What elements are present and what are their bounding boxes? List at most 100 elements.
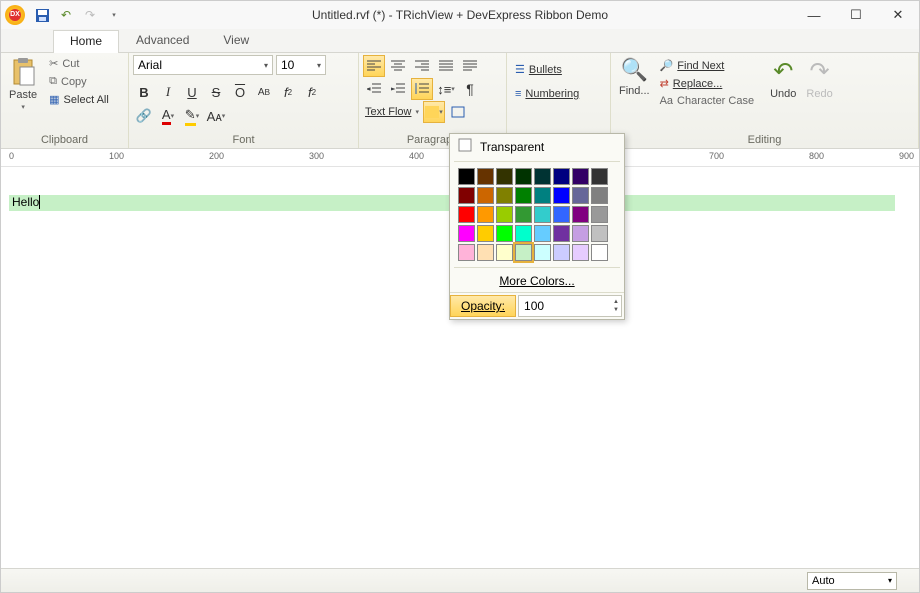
color-picker-popup: Transparent More Colors... Opacity: 100 …	[449, 133, 625, 320]
undo-icon[interactable]: ↶	[57, 6, 75, 24]
shading-button[interactable]: ▾	[423, 101, 445, 123]
distribute-button[interactable]	[459, 55, 481, 77]
color-swatch[interactable]	[572, 244, 589, 261]
color-swatch[interactable]	[515, 187, 532, 204]
color-swatch[interactable]	[572, 206, 589, 223]
bold-button[interactable]: B	[133, 81, 155, 103]
text-flow-button[interactable]: Text Flow ▾	[363, 106, 421, 118]
more-colors-button[interactable]: More Colors...	[450, 270, 624, 292]
color-swatch[interactable]	[591, 225, 608, 242]
color-swatch[interactable]	[591, 244, 608, 261]
superscript-button[interactable]: f2	[301, 81, 323, 103]
save-icon[interactable]	[33, 6, 51, 24]
color-swatch[interactable]	[515, 244, 532, 261]
replace-button[interactable]: ⇄Replace...	[656, 75, 759, 92]
undo-button[interactable]: ↶ Undo	[766, 55, 800, 102]
color-swatch[interactable]	[591, 187, 608, 204]
spin-down-icon[interactable]: ▼	[613, 306, 619, 314]
align-center-button[interactable]	[387, 55, 409, 77]
font-size-combo[interactable]: 10▾	[276, 55, 326, 75]
opacity-spinner[interactable]: 100 ▲▼	[518, 295, 622, 317]
font-color-button[interactable]: A▾	[157, 105, 179, 127]
align-justify-button[interactable]	[435, 55, 457, 77]
color-swatch[interactable]	[496, 244, 513, 261]
color-swatch[interactable]	[534, 187, 551, 204]
color-swatch[interactable]	[458, 225, 475, 242]
select-all-button[interactable]: ▦Select All	[45, 91, 113, 108]
color-swatch[interactable]	[591, 206, 608, 223]
color-swatch[interactable]	[572, 225, 589, 242]
opacity-label[interactable]: Opacity:	[450, 295, 516, 317]
app-menu[interactable]: DX	[1, 1, 29, 29]
color-swatch[interactable]	[458, 206, 475, 223]
color-swatch[interactable]	[572, 168, 589, 185]
underline-button[interactable]: U	[181, 81, 203, 103]
highlight-button[interactable]: ✎▾	[181, 105, 203, 127]
cut-button[interactable]: ✂Cut	[45, 55, 113, 72]
spacing-button[interactable]: ↕≡▾	[435, 78, 457, 100]
color-swatch[interactable]	[591, 168, 608, 185]
color-swatch[interactable]	[477, 225, 494, 242]
tab-home[interactable]: Home	[53, 30, 119, 53]
tab-advanced[interactable]: Advanced	[119, 29, 206, 52]
color-swatch[interactable]	[515, 206, 532, 223]
color-swatch[interactable]	[496, 187, 513, 204]
maximize-button[interactable]: ☐	[835, 1, 877, 29]
color-swatch[interactable]	[572, 187, 589, 204]
zoom-combo[interactable]: Auto ▾	[807, 572, 897, 590]
copy-button[interactable]: ⧉Copy	[45, 73, 113, 90]
color-swatch[interactable]	[515, 225, 532, 242]
color-swatch[interactable]	[553, 168, 570, 185]
find-next-button[interactable]: 🔎Find Next	[656, 57, 759, 74]
qat-customize[interactable]: ▾	[105, 6, 123, 24]
color-swatch[interactable]	[534, 168, 551, 185]
color-swatch[interactable]	[477, 168, 494, 185]
char-case-button[interactable]: AaCharacter Case	[656, 93, 759, 109]
paragraph-dialog-button[interactable]: ¶	[459, 78, 481, 100]
overline-button[interactable]: O	[229, 81, 251, 103]
subscript-button[interactable]: f2	[277, 81, 299, 103]
color-swatch[interactable]	[553, 187, 570, 204]
color-swatch[interactable]	[534, 206, 551, 223]
redo-button[interactable]: ↷ Redo	[802, 55, 836, 102]
color-swatch[interactable]	[496, 225, 513, 242]
color-swatch[interactable]	[477, 244, 494, 261]
indent-increase-button[interactable]	[387, 78, 409, 100]
indent-decrease-button[interactable]	[363, 78, 385, 100]
hyperlink-button[interactable]: 🔗	[133, 105, 155, 127]
find-button[interactable]: 🔍 Find...	[615, 55, 654, 99]
allcaps-button[interactable]: AB	[253, 81, 275, 103]
color-swatch[interactable]	[534, 244, 551, 261]
color-swatch[interactable]	[458, 168, 475, 185]
paste-button[interactable]: Paste ▾	[5, 55, 41, 113]
color-swatch[interactable]	[458, 244, 475, 261]
spin-up-icon[interactable]: ▲	[613, 298, 619, 306]
color-swatch[interactable]	[477, 187, 494, 204]
color-swatch[interactable]	[496, 206, 513, 223]
align-left-button[interactable]	[363, 55, 385, 77]
color-swatch[interactable]	[477, 206, 494, 223]
bullets-button[interactable]: ☰Bullets	[511, 61, 566, 78]
border-button[interactable]	[447, 101, 469, 123]
line-spacing-button[interactable]	[411, 78, 433, 100]
color-swatch[interactable]	[496, 168, 513, 185]
color-swatch[interactable]	[553, 225, 570, 242]
scissors-icon: ✂	[49, 57, 58, 70]
color-swatch[interactable]	[553, 244, 570, 261]
change-case-button[interactable]: Aᴀ▾	[205, 105, 227, 127]
redo-icon[interactable]: ↷	[81, 6, 99, 24]
minimize-button[interactable]: —	[793, 1, 835, 29]
strike-button[interactable]: S	[205, 81, 227, 103]
close-button[interactable]: ✕	[877, 1, 919, 29]
transparent-option[interactable]: Transparent	[450, 134, 624, 159]
group-editing: 🔍 Find... 🔎Find Next ⇄Replace... AaChara…	[611, 53, 919, 148]
color-swatch[interactable]	[534, 225, 551, 242]
color-swatch[interactable]	[515, 168, 532, 185]
font-family-combo[interactable]: Arial▾	[133, 55, 273, 75]
align-right-button[interactable]	[411, 55, 433, 77]
italic-button[interactable]: I	[157, 81, 179, 103]
numbering-button[interactable]: ≡Numbering	[511, 86, 583, 102]
tab-view[interactable]: View	[206, 29, 266, 52]
color-swatch[interactable]	[458, 187, 475, 204]
color-swatch[interactable]	[553, 206, 570, 223]
